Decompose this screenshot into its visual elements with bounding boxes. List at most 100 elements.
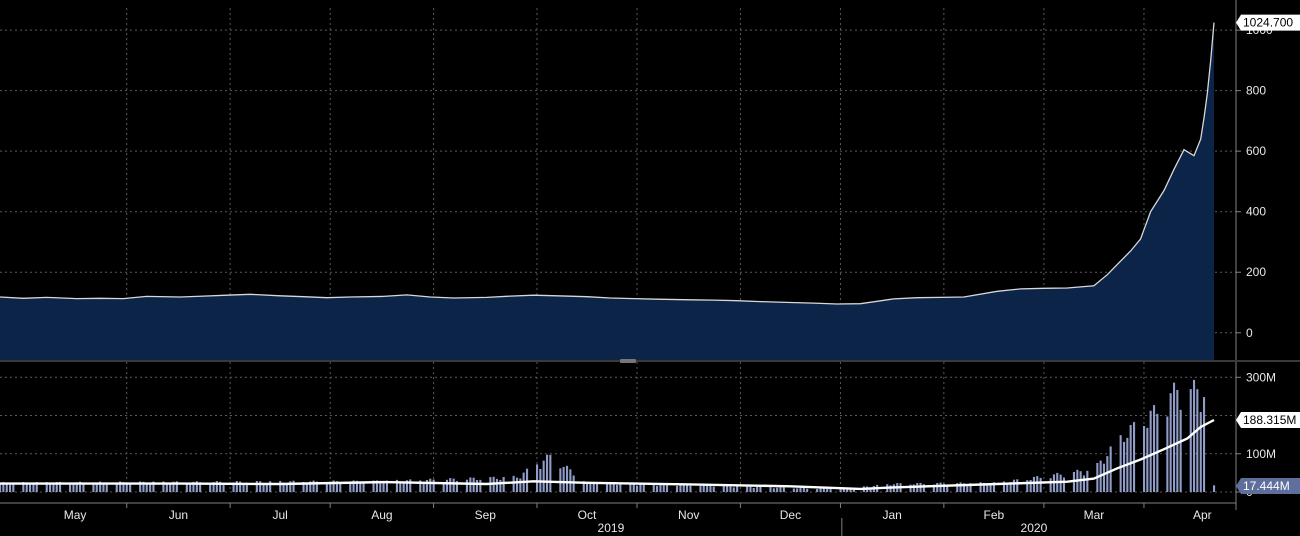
volume-bar	[722, 485, 725, 492]
volume-bar	[495, 478, 498, 492]
volume-bar	[1102, 463, 1105, 492]
volume-bar	[1062, 477, 1065, 492]
volume-bar	[1059, 474, 1062, 492]
volume-bar	[1193, 379, 1196, 492]
volume-bar	[1153, 405, 1156, 492]
volume-bar	[325, 483, 328, 492]
volume-bar	[702, 484, 705, 492]
x-month-label: Mar	[1084, 508, 1105, 522]
volume-bar	[592, 483, 595, 492]
volume-bar	[636, 485, 639, 492]
volume-bar	[689, 485, 692, 492]
volume-bar	[379, 482, 382, 492]
volume-bar	[1049, 478, 1052, 492]
volume-bar	[445, 479, 448, 492]
volume-bar	[209, 484, 212, 492]
volume-bar	[729, 486, 732, 492]
volume-bar	[292, 480, 295, 492]
volume-bar	[1032, 476, 1035, 492]
volume-bar	[1166, 416, 1169, 492]
volume-bar	[255, 481, 258, 492]
volume-bar	[709, 486, 712, 492]
volume-bar	[105, 484, 108, 492]
volume-bar	[1079, 471, 1082, 492]
volume-bar	[712, 486, 715, 492]
volume-bar	[465, 479, 468, 492]
volume-bar	[382, 482, 385, 492]
volume-bar	[72, 484, 75, 492]
volume-bar	[736, 486, 739, 492]
volume-bar	[632, 483, 635, 492]
volume-last-label-text: 17.444M	[1243, 479, 1290, 493]
price-volume-chart: 020040060080010000100M300MMayJunJulAugSe…	[0, 0, 1300, 536]
volume-bar	[726, 485, 729, 492]
volume-bar	[1189, 389, 1192, 492]
volume-bar	[666, 484, 669, 492]
volume-bar	[222, 484, 225, 492]
volume-bar	[776, 487, 779, 492]
volume-bar	[1173, 382, 1176, 492]
volume-bar	[616, 484, 619, 492]
volume-bar	[612, 483, 615, 492]
panel-resize-handle	[620, 359, 636, 363]
volume-ma-last-label: 188.315M	[1236, 412, 1300, 429]
volume-bar	[432, 479, 435, 492]
volume-bar	[499, 480, 502, 492]
volume-bar	[732, 487, 735, 492]
volume-bar	[1119, 435, 1122, 492]
volume-bar	[936, 483, 939, 492]
volume-bar	[706, 485, 709, 492]
volume-bar	[549, 454, 552, 492]
price-y-tick-label: 600	[1246, 144, 1266, 158]
volume-bar	[1012, 479, 1015, 492]
volume-bar	[362, 482, 365, 492]
volume-bar	[749, 486, 752, 492]
volume-bar	[1213, 485, 1216, 492]
x-month-label: Jun	[169, 508, 188, 522]
x-month-label: Aug	[371, 508, 392, 522]
volume-bar	[49, 483, 52, 492]
volume-bar	[475, 480, 478, 492]
volume-bar	[526, 468, 529, 492]
volume-bar	[569, 469, 572, 492]
volume-bar	[502, 477, 505, 492]
volume-bar	[125, 484, 128, 492]
volume-bar	[32, 483, 35, 492]
volume-bar	[1169, 393, 1172, 492]
price-y-tick-label: 0	[1246, 326, 1253, 340]
x-month-label: Dec	[780, 508, 801, 522]
volume-bar	[562, 466, 565, 492]
volume-bar	[542, 460, 545, 492]
volume-bar	[796, 488, 799, 492]
volume-bar	[479, 479, 482, 492]
volume-ma-last-label-text: 188.315M	[1243, 413, 1296, 427]
volume-bar	[145, 483, 148, 492]
volume-y-tick-label: 100M	[1246, 447, 1276, 461]
volume-bar	[986, 484, 989, 492]
volume-bar	[429, 478, 432, 492]
volume-bar	[566, 465, 569, 492]
volume-bar	[829, 489, 832, 492]
volume-bar	[516, 477, 519, 492]
x-month-label: Jan	[882, 508, 901, 522]
volume-bar	[1109, 446, 1112, 492]
volume-bar	[659, 484, 662, 492]
price-last-value-label-text: 1024.700	[1243, 16, 1293, 30]
volume-bar	[1086, 470, 1089, 492]
volume-bar	[279, 480, 282, 492]
volume-bar	[359, 482, 362, 492]
volume-bar	[639, 483, 642, 492]
volume-bar	[402, 482, 405, 492]
volume-bar	[1129, 425, 1132, 492]
volume-bar	[559, 468, 562, 492]
volume-bar	[1199, 412, 1202, 492]
volume-bar	[959, 482, 962, 492]
volume-bar	[9, 484, 12, 492]
volume-bar	[699, 486, 702, 492]
x-year-label: 2020	[1021, 521, 1048, 535]
panel-divider	[0, 360, 1300, 362]
x-month-label: May	[64, 508, 87, 522]
volume-bar	[772, 488, 775, 492]
x-month-label: Jul	[272, 508, 287, 522]
volume-bar	[305, 483, 308, 492]
